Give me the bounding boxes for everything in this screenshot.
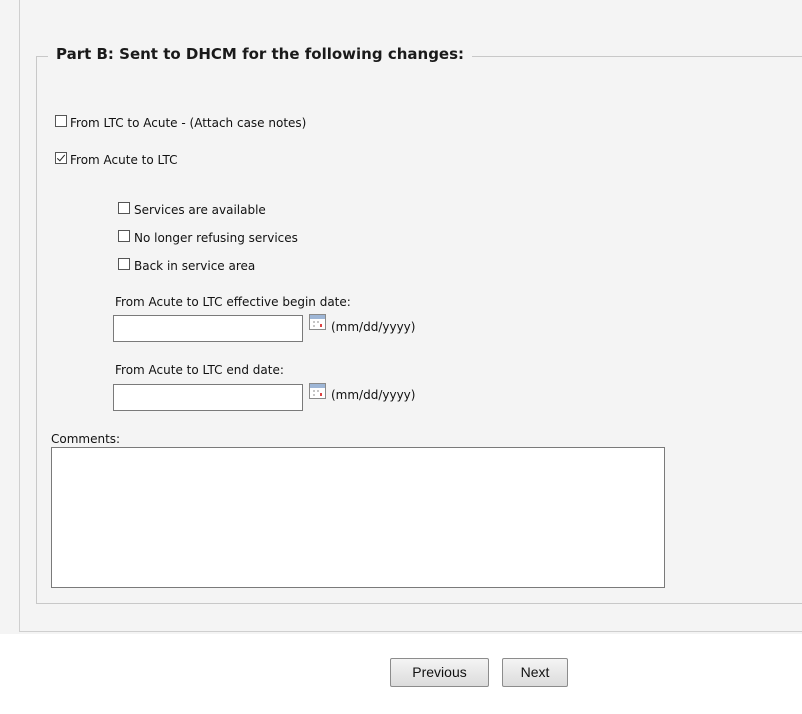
next-button[interactable]: Next	[502, 658, 568, 687]
back-in-service-area-checkbox[interactable]	[118, 258, 130, 270]
ltc-to-acute-label: From LTC to Acute - (Attach case notes)	[70, 116, 307, 130]
end-date-format-hint: (mm/dd/yyyy)	[331, 388, 416, 402]
begin-date-label: From Acute to LTC effective begin date:	[115, 295, 351, 309]
no-longer-refusing-checkbox[interactable]	[118, 230, 130, 242]
back-in-service-area-label: Back in service area	[134, 259, 256, 273]
comments-textarea[interactable]	[51, 447, 665, 588]
begin-date-input[interactable]	[113, 315, 303, 342]
begin-date-format-hint: (mm/dd/yyyy)	[331, 320, 416, 334]
no-longer-refusing-label: No longer refusing services	[134, 231, 298, 245]
end-date-input[interactable]	[113, 384, 303, 411]
acute-to-ltc-label: From Acute to LTC	[70, 153, 178, 167]
services-available-checkbox[interactable]	[118, 202, 130, 214]
calendar-icon[interactable]	[309, 314, 326, 330]
end-date-label: From Acute to LTC end date:	[115, 363, 284, 377]
calendar-icon[interactable]	[309, 383, 326, 399]
services-available-label: Services are available	[134, 203, 266, 217]
previous-button[interactable]: Previous	[390, 658, 489, 687]
section-title: Part B: Sent to DHCM for the following c…	[48, 44, 473, 64]
comments-label: Comments:	[51, 432, 121, 446]
ltc-to-acute-checkbox[interactable]	[55, 115, 67, 127]
acute-to-ltc-checkbox[interactable]	[55, 152, 67, 164]
